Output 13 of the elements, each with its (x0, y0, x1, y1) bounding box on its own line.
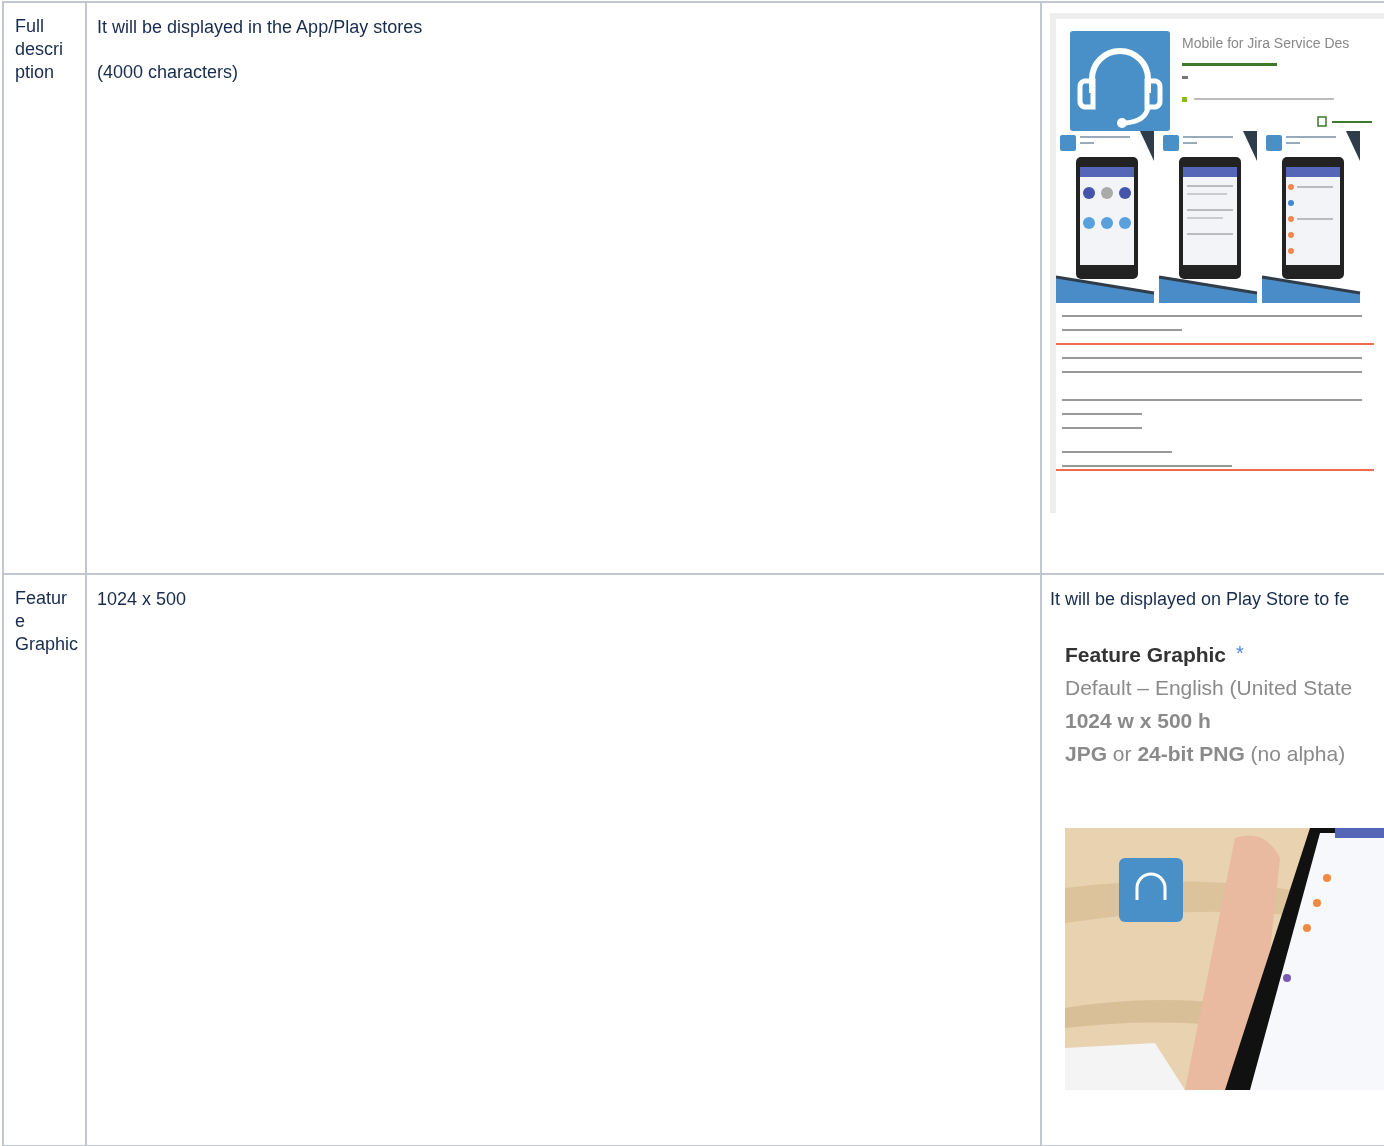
spec-line: 1024 w x 500 h (1065, 708, 1212, 734)
app-title: Mobile for Jira Service Des (1182, 34, 1351, 53)
cell-text: It will be displayed in the App/Play stores (97, 16, 424, 39)
row-label: Featur e Graphic (15, 587, 80, 656)
app-icon (1070, 31, 1170, 131)
spec-line: Default – English (United State (1065, 675, 1354, 701)
row-label: Full descri ption (15, 15, 64, 84)
cell-text: 1024 x 500 (97, 588, 188, 611)
spec-line: JPG or 24-bit PNG (no alpha) (1065, 741, 1347, 767)
cell-text: (4000 characters) (97, 61, 240, 84)
required-mark: * (1236, 641, 1244, 665)
caption-text: It will be displayed on Play Store to fe (1050, 588, 1351, 611)
spec-title: Feature Graphic (1065, 642, 1227, 668)
